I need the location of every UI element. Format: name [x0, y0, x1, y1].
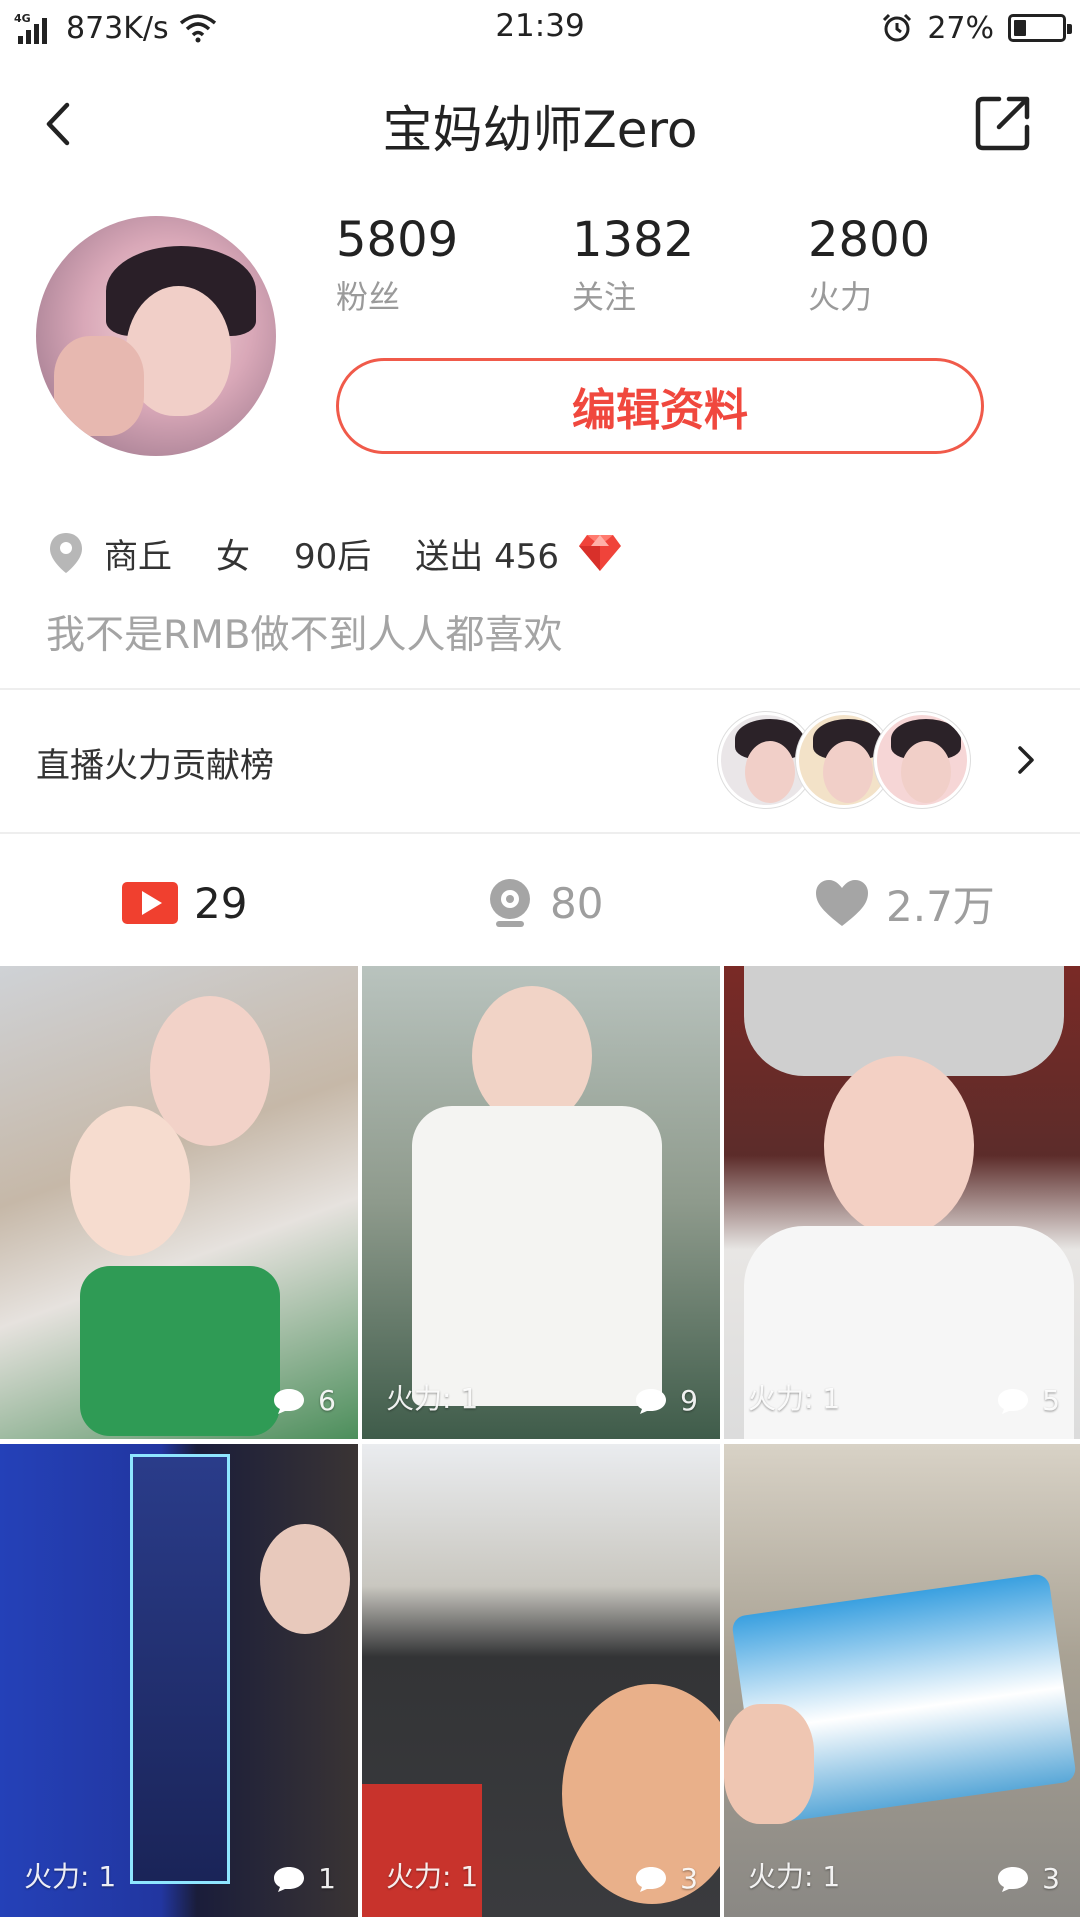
stat-label: 火力 — [808, 278, 873, 316]
status-right: 27% — [881, 8, 1072, 48]
comment-icon — [636, 1866, 667, 1892]
video-heat: 火力: 1 — [748, 1860, 841, 1893]
contribution-rank-label: 直播火力贡献榜 — [36, 746, 274, 786]
video-comments: 3 — [634, 1862, 698, 1895]
share-icon — [975, 96, 1030, 151]
alarm-icon — [883, 13, 912, 42]
video-heat: 火力: 1 — [386, 1860, 479, 1893]
heart-icon — [816, 880, 868, 926]
stat-following[interactable]: 1382 关注 — [572, 212, 792, 318]
battery-percent: 27% — [927, 10, 994, 46]
video-thumbnail[interactable]: 火力: 1 9 — [362, 966, 720, 1439]
tab-videos-count: 29 — [194, 878, 248, 928]
chevron-left-icon — [46, 102, 70, 146]
video-comments: 5 — [996, 1384, 1060, 1417]
location-pin-icon — [48, 531, 84, 575]
video-comment-count: 3 — [680, 1862, 698, 1895]
webcam-icon — [490, 879, 530, 927]
video-grid: 6 火力: 1 9 火力: 1 5 火力: 1 1 火力: 1 3 火力: 1 … — [0, 966, 1080, 1920]
video-heat: 火力: 1 — [748, 1382, 841, 1415]
profile-stats: 5809 粉丝 1382 关注 2800 火力 — [336, 212, 1056, 322]
video-play-icon — [122, 882, 178, 924]
location-text: 商丘 — [104, 536, 172, 577]
video-comment-count: 1 — [318, 1862, 336, 1895]
stat-fans[interactable]: 5809 粉丝 — [336, 212, 556, 318]
video-thumbnail[interactable]: 火力: 1 3 — [362, 1444, 720, 1917]
gift-sent: 送出 456 — [415, 529, 623, 578]
bio: 我不是RMB做不到人人都喜欢 — [46, 613, 563, 658]
stat-heat[interactable]: 2800 火力 — [808, 212, 1028, 318]
stat-label: 关注 — [572, 278, 637, 316]
video-thumbnail[interactable]: 火力: 1 1 — [0, 1444, 358, 1917]
gender-text: 女 — [216, 536, 250, 577]
comment-icon — [636, 1388, 667, 1414]
video-heat: 火力: 1 — [386, 1382, 479, 1415]
video-thumbnail[interactable]: 6 — [0, 966, 358, 1439]
contributor-avatar — [874, 712, 970, 808]
comment-icon — [274, 1866, 305, 1892]
stat-label: 粉丝 — [336, 278, 401, 316]
battery-icon — [1008, 14, 1072, 42]
profile-info: 商丘 女 90后 送出 456 — [48, 528, 623, 578]
comment-icon — [998, 1388, 1029, 1414]
stat-value: 2800 — [808, 212, 931, 268]
video-comment-count: 6 — [318, 1384, 336, 1417]
stat-value: 1382 — [572, 212, 695, 268]
divider — [0, 832, 1080, 834]
share-button[interactable] — [970, 90, 1036, 156]
tab-likes[interactable]: 2.7万 — [814, 870, 995, 936]
back-button[interactable] — [26, 92, 90, 156]
video-comment-count: 3 — [1042, 1862, 1060, 1895]
video-comments: 6 — [272, 1384, 336, 1417]
avatar[interactable] — [36, 216, 276, 456]
comment-icon — [274, 1388, 305, 1414]
tab-live[interactable]: 80 — [486, 870, 603, 936]
tab-videos[interactable]: 29 — [122, 870, 247, 936]
video-comments: 9 — [634, 1384, 698, 1417]
status-bar: 4G 873K/s 21:39 27% — [0, 0, 1080, 56]
video-comments: 1 — [272, 1862, 336, 1895]
video-thumbnail[interactable]: 火力: 1 5 — [724, 966, 1080, 1439]
edit-profile-button[interactable]: 编辑资料 — [336, 358, 984, 454]
contribution-rank-row[interactable]: 直播火力贡献榜 — [0, 690, 1080, 832]
page-title: 宝妈幼师Zero — [382, 101, 698, 159]
contributor-avatars — [718, 712, 970, 808]
stat-value: 5809 — [336, 212, 459, 268]
chevron-right-icon — [1006, 738, 1046, 782]
header: 宝妈幼师Zero — [0, 76, 1080, 172]
diamond-icon — [577, 533, 623, 573]
video-heat: 火力: 1 — [24, 1860, 117, 1893]
content-tabs: 29 80 2.7万 — [0, 848, 1080, 962]
video-comment-count: 5 — [1042, 1384, 1060, 1417]
gift-sent-text: 送出 456 — [415, 536, 559, 577]
tab-likes-count: 2.7万 — [886, 881, 995, 931]
tab-live-count: 80 — [550, 878, 604, 928]
video-comments: 3 — [996, 1862, 1060, 1895]
comment-icon — [998, 1866, 1029, 1892]
video-thumbnail[interactable]: 火力: 1 3 — [724, 1444, 1080, 1917]
age-group-text: 90后 — [294, 536, 372, 577]
video-comment-count: 9 — [680, 1384, 698, 1417]
